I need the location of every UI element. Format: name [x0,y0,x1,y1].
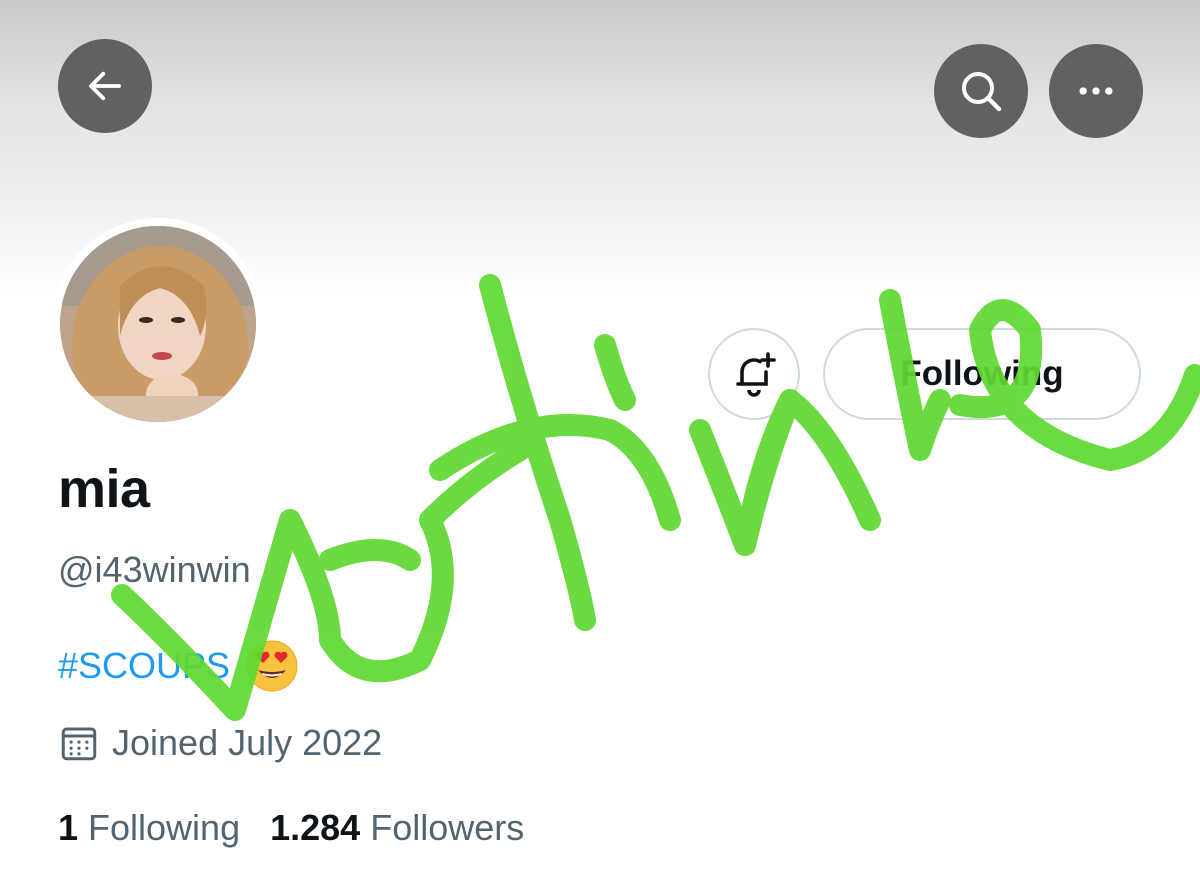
avatar-photo [60,226,256,422]
calendar-icon [61,727,97,761]
avatar[interactable] [60,226,256,422]
joined-date: Joined July 2022 [58,722,382,764]
followers-count: 1.284 [270,807,361,848]
following-stat-link[interactable]: 1 Following [58,810,240,846]
following-button-label: Following [900,354,1064,393]
heart-eyes-emoji-icon [246,640,298,692]
follow-stats: 1 Following 1.284 Followers [58,810,554,846]
display-name: mia [58,459,150,519]
bio-hashtag-link[interactable]: #SCOUPS [58,640,230,692]
username-handle: @i43winwin [58,549,251,590]
followers-label: Followers [370,807,525,848]
bell-plus-icon [736,352,776,397]
arrow-left-icon [89,71,121,101]
bio: #SCOUPS [58,640,298,692]
following-count: 1 [58,807,79,848]
following-label: Following [88,807,241,848]
joined-date-text: Joined July 2022 [112,722,383,763]
followers-stat-link[interactable]: 1.284 Followers [270,810,524,846]
back-button[interactable] [58,39,152,133]
more-button[interactable] [1049,44,1143,138]
following-button[interactable]: Following [823,328,1141,420]
notifications-button[interactable] [708,328,800,420]
search-button[interactable] [934,44,1028,138]
search-icon [962,72,1002,112]
more-horizontal-icon [1079,87,1113,95]
